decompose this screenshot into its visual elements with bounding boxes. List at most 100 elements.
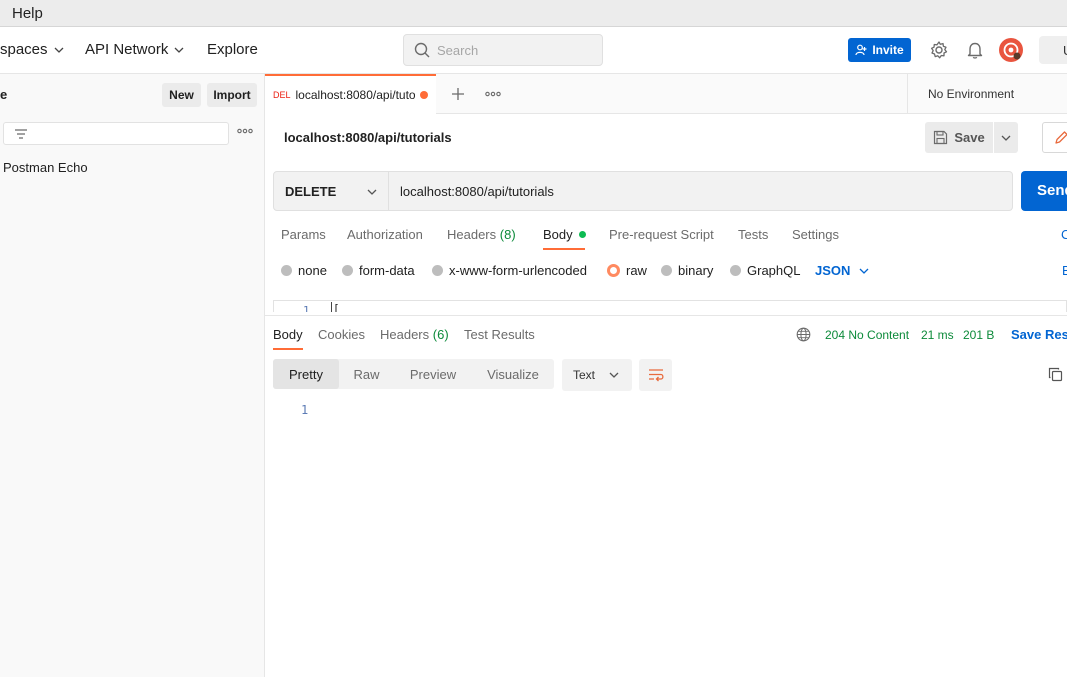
raw-format-label: JSON xyxy=(815,263,851,278)
pane-resize-handle[interactable] xyxy=(265,315,1067,318)
chevron-down-icon xyxy=(174,47,184,53)
save-disk-icon xyxy=(934,130,948,145)
request-title[interactable]: localhost:8080/api/tutorials xyxy=(284,130,452,145)
workspaces-menu[interactable]: spaces xyxy=(0,41,64,58)
save-label: Save xyxy=(954,130,985,145)
new-button[interactable]: New xyxy=(162,83,201,107)
http-method-select[interactable]: DELETE xyxy=(273,171,389,211)
tab-headers[interactable]: Headers (8) xyxy=(447,227,516,242)
search-icon xyxy=(414,42,430,58)
copy-icon[interactable] xyxy=(1048,367,1063,382)
edit-button[interactable] xyxy=(1042,122,1067,153)
line-number: 1 xyxy=(303,304,310,312)
tab-settings[interactable]: Settings xyxy=(792,227,839,242)
menu-bar: Help xyxy=(0,0,1067,27)
body-type-label: none xyxy=(298,263,327,278)
view-visualize[interactable]: Visualize xyxy=(475,359,551,389)
code-line[interactable]: [ xyxy=(331,302,340,312)
tab-params[interactable]: Params xyxy=(281,227,326,242)
notification-bell-icon[interactable] xyxy=(965,40,985,60)
url-input[interactable] xyxy=(389,171,1013,211)
active-request-tab[interactable]: DEL localhost:8080/api/tutorials xyxy=(265,74,436,114)
chevron-down-icon xyxy=(609,372,619,378)
radio-circle-selected xyxy=(607,264,620,277)
wrap-lines-button[interactable] xyxy=(639,359,672,391)
radio-circle xyxy=(342,265,353,276)
pencil-icon xyxy=(1055,131,1067,144)
unsaved-changes-dot xyxy=(419,91,428,99)
active-tab-indicator xyxy=(273,348,303,350)
body-type-form-data[interactable]: form-data xyxy=(342,263,415,278)
explore-link[interactable]: Explore xyxy=(207,41,258,58)
body-type-label: GraphQL xyxy=(747,263,801,278)
save-options-button[interactable] xyxy=(994,122,1018,153)
chevron-down-icon xyxy=(1001,135,1011,141)
environment-selector[interactable]: No Environment xyxy=(907,74,1067,114)
chevron-down-icon xyxy=(367,189,377,195)
response-status[interactable]: 204 No Content xyxy=(825,328,909,342)
body-type-binary[interactable]: binary xyxy=(661,263,713,278)
request-body-editor[interactable]: 1 [ xyxy=(273,300,1067,312)
body-type-label: raw xyxy=(626,263,647,278)
invite-label: Invite xyxy=(872,43,904,57)
tab-authorization[interactable]: Authorization xyxy=(347,227,423,242)
upgrade-button[interactable]: U xyxy=(1039,36,1067,64)
save-button[interactable]: Save xyxy=(925,122,993,153)
import-button[interactable]: Import xyxy=(207,83,257,107)
send-button[interactable]: Send xyxy=(1021,171,1067,211)
response-time[interactable]: 21 ms xyxy=(921,328,954,342)
tab-title: localhost:8080/api/tutorials xyxy=(295,88,415,102)
more-options-icon[interactable] xyxy=(237,128,253,134)
view-preview[interactable]: Preview xyxy=(397,359,469,389)
response-tab-headers[interactable]: Headers (6) xyxy=(380,327,449,342)
tab-options-icon[interactable] xyxy=(485,91,501,97)
filter-icon xyxy=(15,128,27,139)
response-view-selector: Pretty Raw Preview Visualize xyxy=(273,359,554,389)
collection-item[interactable]: Postman Echo xyxy=(3,160,88,175)
radio-circle xyxy=(281,265,292,276)
user-avatar-icon xyxy=(1003,42,1021,60)
api-network-label: API Network xyxy=(85,41,169,58)
search-box[interactable] xyxy=(403,34,603,66)
cookies-link[interactable]: C xyxy=(1061,227,1067,242)
body-type-urlencoded[interactable]: x-www-form-urlencoded xyxy=(432,263,587,278)
beautify-link[interactable]: B xyxy=(1062,263,1067,278)
tab-body[interactable]: Body xyxy=(543,227,586,242)
settings-gear-icon[interactable] xyxy=(929,40,949,60)
filter-input[interactable] xyxy=(3,122,229,145)
save-response-button[interactable]: Save Resp xyxy=(1011,327,1067,342)
view-pretty[interactable]: Pretty xyxy=(273,359,339,389)
http-method-label: DELETE xyxy=(285,183,337,199)
response-headers-count: (6) xyxy=(432,327,449,342)
tab-pre-request-script[interactable]: Pre-request Script xyxy=(609,227,714,242)
response-size[interactable]: 201 B xyxy=(963,328,994,342)
menu-help[interactable]: Help xyxy=(12,5,43,22)
radio-circle xyxy=(432,265,443,276)
body-type-graphql[interactable]: GraphQL xyxy=(730,263,800,278)
response-line-number: 1 xyxy=(301,403,309,417)
add-user-icon xyxy=(855,44,867,56)
sidebar: e New Import Postman Echo xyxy=(0,74,265,677)
chevron-down-icon xyxy=(859,268,869,274)
api-network-menu[interactable]: API Network xyxy=(85,41,184,58)
search-input[interactable] xyxy=(437,42,587,58)
chevron-down-icon xyxy=(54,47,63,53)
body-type-none[interactable]: none xyxy=(281,263,327,278)
tab-headers-count: (8) xyxy=(499,227,516,242)
body-type-label: x-www-form-urlencoded xyxy=(449,263,587,278)
response-tab-cookies[interactable]: Cookies xyxy=(318,327,365,342)
response-tab-test-results[interactable]: Test Results xyxy=(464,327,535,342)
globe-icon[interactable] xyxy=(796,327,811,342)
view-raw[interactable]: Raw xyxy=(339,359,394,389)
workspace-title: e xyxy=(0,87,8,102)
response-format-select[interactable]: Text xyxy=(562,359,632,391)
invite-button[interactable]: Invite xyxy=(848,38,911,62)
tab-tests[interactable]: Tests xyxy=(738,227,768,242)
avatar[interactable] xyxy=(999,38,1023,62)
new-tab-plus-icon[interactable] xyxy=(450,86,466,102)
response-tab-body[interactable]: Body xyxy=(273,327,303,342)
body-type-raw[interactable]: raw xyxy=(607,263,647,278)
active-tab-indicator xyxy=(543,248,585,250)
raw-format-select[interactable]: JSON xyxy=(815,263,869,278)
workspaces-label: spaces xyxy=(0,41,48,58)
